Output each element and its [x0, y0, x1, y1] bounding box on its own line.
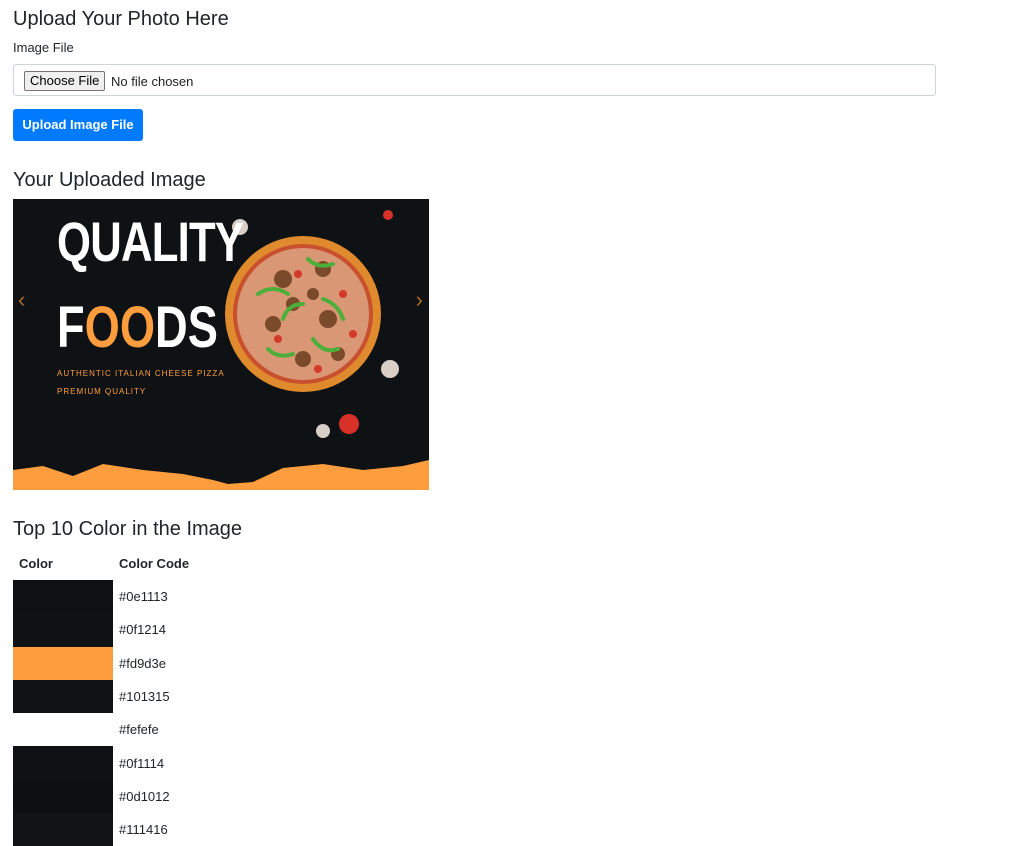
- orange-paint-splash: [13, 460, 429, 490]
- color-swatch: [13, 713, 113, 747]
- banner-tagline-2: PREMIUM QUALITY: [57, 387, 147, 396]
- table-row: #0e1113: [13, 580, 195, 614]
- uploaded-image-title: Your Uploaded Image: [13, 169, 206, 191]
- file-input[interactable]: Choose File No file chosen: [13, 64, 936, 96]
- color-code: #fefefe: [119, 722, 159, 738]
- chevron-left-icon[interactable]: ‹: [18, 287, 25, 313]
- color-swatch: [13, 746, 113, 780]
- column-header-color: Color: [19, 556, 53, 571]
- color-code: #111416: [119, 822, 168, 838]
- banner-quality-text: QUALITY: [57, 210, 244, 273]
- color-swatch: [13, 813, 113, 846]
- choose-file-button[interactable]: Choose File: [24, 71, 106, 91]
- upload-title: Upload Your Photo Here: [13, 8, 229, 30]
- color-swatch: [13, 613, 113, 647]
- banner-foods-f: F: [57, 295, 85, 360]
- color-swatch: [13, 779, 113, 814]
- image-file-label: Image File: [13, 40, 74, 55]
- table-row: #101315: [13, 679, 195, 714]
- color-swatch: [13, 679, 113, 714]
- colors-table: Color Color Code #0e1113 #0f1214 #fd9d3e #1…: [13, 547, 195, 846]
- uploaded-image: QUALITY FOODS AUTHENTIC ITALIAN CHEESE P…: [13, 199, 429, 490]
- column-header-color-code: Color Code: [119, 556, 190, 571]
- table-row: #0d1012: [13, 779, 195, 814]
- upload-image-button[interactable]: Upload Image File: [13, 109, 143, 141]
- color-code: #101315: [119, 689, 170, 705]
- pizza-illustration: [225, 210, 399, 438]
- table-row: #fefefe: [13, 713, 195, 747]
- colors-table-header: Color Color Code: [13, 547, 195, 580]
- banner-foods-text: FOODS: [57, 294, 218, 361]
- color-code: #fd9d3e: [119, 655, 166, 671]
- banner-foods-ds: DS: [155, 295, 218, 360]
- color-code: #0d1012: [119, 788, 170, 804]
- table-row: #fd9d3e: [13, 646, 195, 680]
- color-code: #0f1114: [119, 755, 165, 771]
- top-colors-title: Top 10 Color in the Image: [13, 518, 243, 540]
- table-row: #111416: [13, 813, 195, 846]
- color-swatch: [13, 646, 113, 680]
- color-swatch: [13, 580, 113, 614]
- chevron-right-icon[interactable]: ›: [416, 287, 423, 313]
- colors-table-body: #0e1113 #0f1214 #fd9d3e #101315 #fefefe #0f11…: [13, 580, 195, 846]
- no-file-status: No file chosen: [111, 74, 194, 89]
- banner-tagline-1: AUTHENTIC ITALIAN CHEESE PIZZA: [57, 369, 225, 378]
- table-row: #0f1114: [13, 746, 195, 780]
- color-code: #0f1214: [119, 622, 166, 638]
- color-code: #0e1113: [119, 589, 168, 605]
- table-row: #0f1214: [13, 613, 195, 647]
- banner-foods-oo: OO: [84, 295, 156, 360]
